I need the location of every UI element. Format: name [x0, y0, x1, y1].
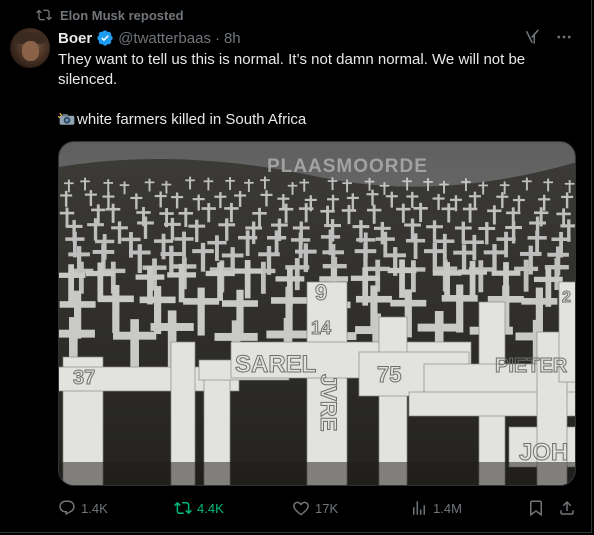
action-bar: 1.4K 4.4K 17K 1.4M [58, 497, 578, 519]
crosses-photo: PLAASMOORDE 9 14 SAREL 75 37 JVRE PIETER… [59, 142, 575, 485]
separator-dot: · [214, 29, 220, 47]
views-count: 1.4M [433, 500, 462, 516]
cross-label-75: 75 [377, 362, 401, 387]
repost-action-icon [174, 501, 192, 515]
social-context: Elon Musk reposted [36, 7, 184, 23]
share-icon [560, 500, 574, 515]
cross-label-joh: JOH [519, 439, 568, 466]
cross-label-14: 14 [311, 318, 331, 338]
like-count: 17K [315, 500, 339, 516]
like-icon [293, 501, 309, 516]
repost-button[interactable]: 4.4K [174, 499, 224, 517]
bookmark-button[interactable] [527, 499, 545, 517]
post-text-line-2-label: white farmers killed in South Africa [77, 111, 307, 128]
more-icon[interactable] [555, 28, 573, 46]
post-header: Boer @twatterbaas · 8h [58, 28, 241, 48]
views-button[interactable]: 1.4M [410, 499, 462, 517]
reply-count: 1.4K [81, 500, 108, 516]
author-handle[interactable]: @twatterbaas [118, 30, 211, 47]
cross-label-37: 37 [73, 367, 95, 389]
repost-label[interactable]: Elon Musk reposted [60, 8, 184, 23]
post-text: They want to tell us this is normal. It’… [58, 50, 578, 130]
like-button[interactable]: 17K [292, 499, 338, 517]
cross-label-9: 9 [315, 280, 327, 305]
header-actions [523, 28, 573, 46]
author-name[interactable]: Boer [58, 30, 92, 47]
grok-icon[interactable] [523, 28, 541, 46]
cross-label-2: 2 [562, 289, 571, 306]
post-media[interactable]: PLAASMOORDE 9 14 SAREL 75 37 JVRE PIETER… [58, 141, 576, 486]
media-banner: PLAASMOORDE [267, 156, 428, 177]
cross-label-sarel: SAREL [235, 351, 316, 378]
bookmark-icon [530, 500, 542, 517]
reply-icon [59, 500, 75, 516]
share-button[interactable] [558, 499, 576, 517]
post-card[interactable]: Elon Musk reposted Boer @twatterbaas · 8… [0, 0, 592, 533]
post-text-line-2: white farmers killed in South Africa [58, 110, 578, 130]
post-time[interactable]: 8h [224, 30, 241, 47]
reply-button[interactable]: 1.4K [58, 499, 108, 517]
cross-label-pieter: PIETER [495, 355, 568, 377]
camera-flash-icon [58, 112, 75, 125]
repost-count: 4.4K [197, 500, 224, 516]
cross-label-jvre: JVRE [316, 374, 341, 431]
repost-icon [36, 9, 52, 21]
post-text-line-1: They want to tell us this is normal. It’… [58, 51, 526, 88]
avatar[interactable] [10, 28, 50, 68]
verified-badge-icon[interactable] [96, 29, 114, 47]
views-icon [413, 501, 425, 515]
